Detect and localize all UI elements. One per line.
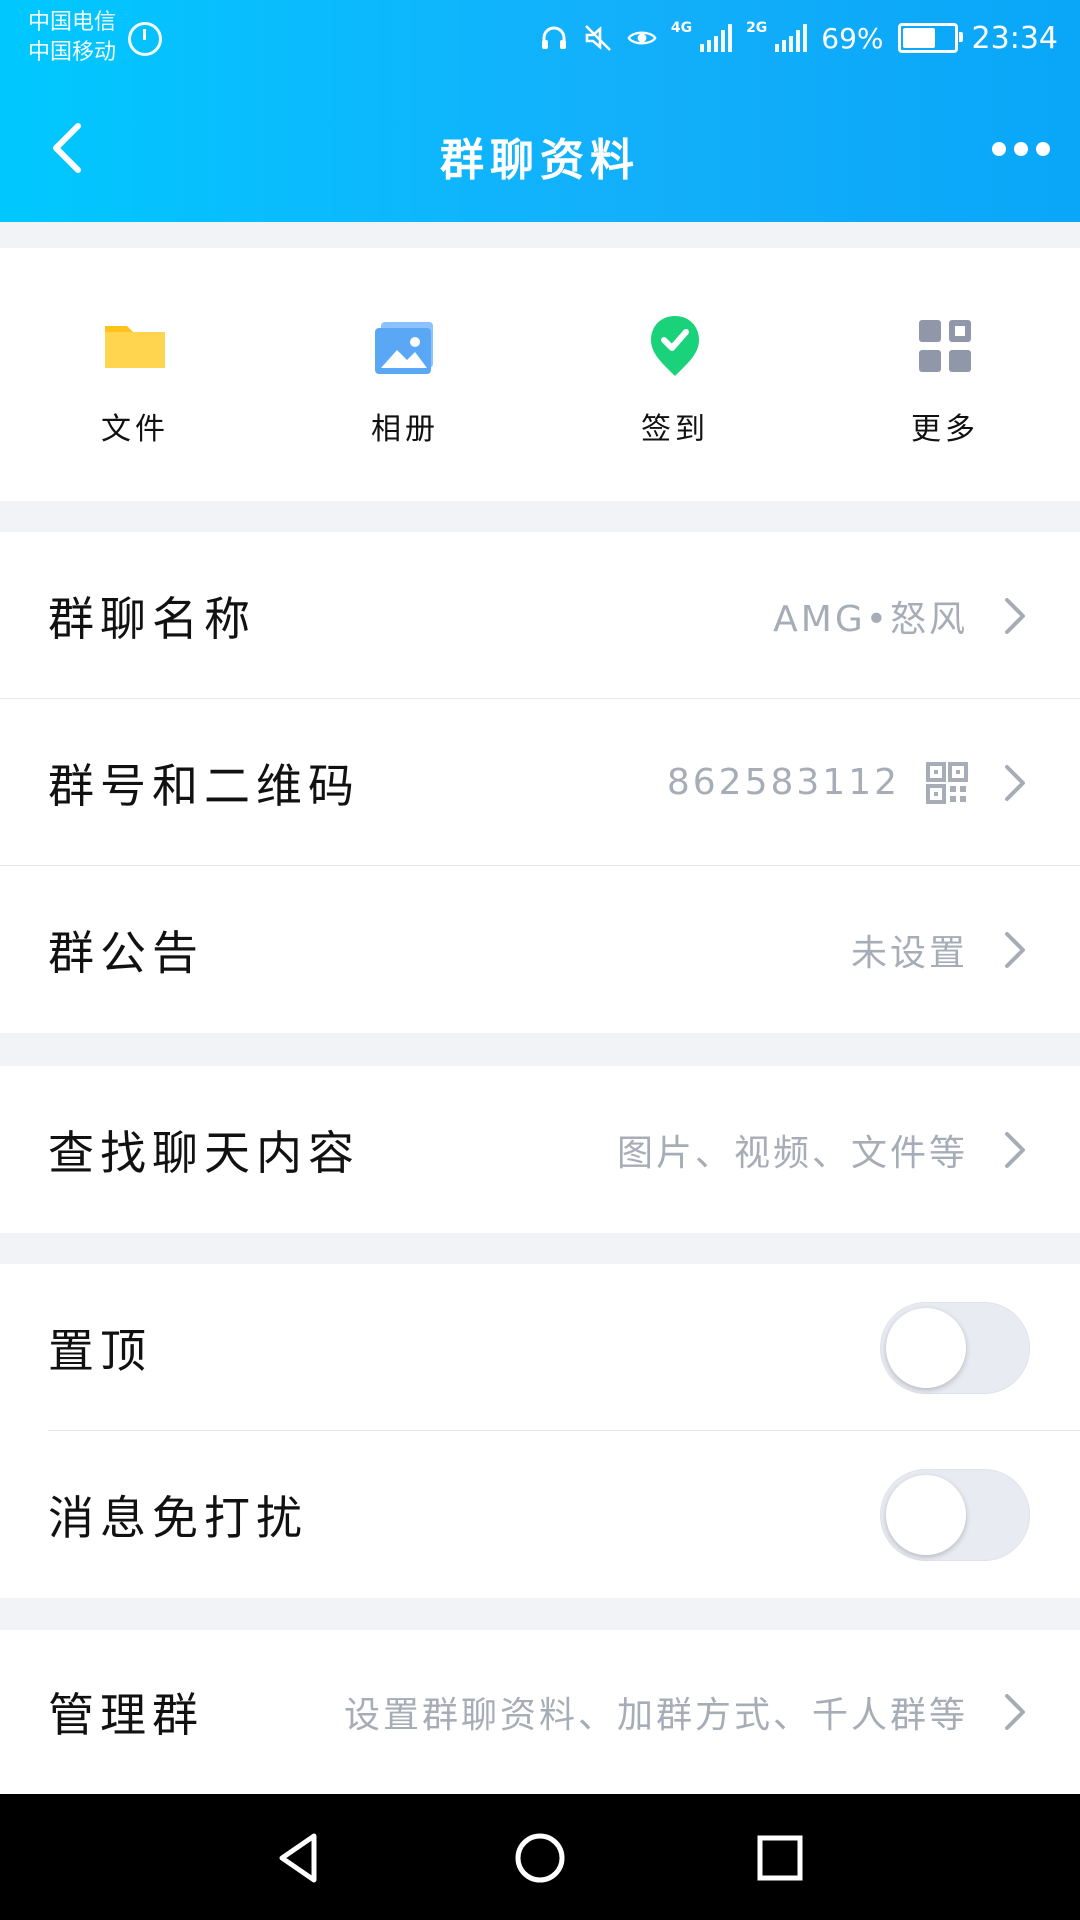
group-number-label: 群号和二维码: [48, 758, 360, 813]
carrier-info: 中国电信 中国移动: [28, 8, 116, 68]
row-group-number[interactable]: 群号和二维码 862583112: [0, 699, 1080, 866]
navigation-bar: [0, 1794, 1080, 1920]
clock: 23:34: [971, 20, 1058, 56]
checkin-icon: [651, 316, 699, 376]
chevron-right-icon: [1005, 764, 1025, 801]
quick-action-label: 签到: [641, 412, 709, 447]
quick-action-label: 相册: [371, 412, 439, 447]
quick-action-files[interactable]: 文件: [0, 248, 270, 501]
quick-actions: 文件 相册 签到 更多: [0, 248, 1080, 501]
dot: [992, 142, 1006, 156]
battery-percentage: 69%: [821, 21, 884, 55]
do-not-disturb-label: 消息免打扰: [48, 1490, 308, 1545]
battery-icon: [897, 23, 963, 53]
nav-recents-icon[interactable]: [748, 1826, 812, 1890]
announcement-label: 群公告: [48, 925, 204, 980]
row-group-name[interactable]: 群聊名称 AMG•怒风: [0, 532, 1080, 699]
row-manage-group[interactable]: 管理群 设置群聊资料、加群方式、千人群等: [0, 1630, 1080, 1794]
chevron-right-icon: [1005, 597, 1025, 634]
headphones-icon: [539, 23, 569, 53]
quick-action-label: 文件: [101, 412, 169, 447]
row-search-chat[interactable]: 查找聊天内容 图片、视频、文件等: [0, 1066, 1080, 1233]
row-announcement[interactable]: 群公告 未设置: [0, 866, 1080, 1033]
quick-action-album[interactable]: 相册: [270, 248, 540, 501]
quick-action-checkin[interactable]: 签到: [540, 248, 810, 501]
dot: [1036, 142, 1050, 156]
group-name-value: AMG•怒风: [773, 598, 968, 640]
announcement-value: 未设置: [850, 932, 968, 974]
nav-home-icon[interactable]: [508, 1826, 572, 1890]
chevron-right-icon: [1005, 1131, 1025, 1168]
do-not-disturb-toggle[interactable]: [880, 1468, 1030, 1561]
carrier-2: 中国移动: [28, 40, 117, 65]
chevron-right-icon: [1005, 931, 1025, 968]
toggle-knob: [886, 1474, 966, 1555]
mute-icon: [583, 23, 613, 53]
folder-icon: [105, 326, 165, 368]
grid-icon: [919, 320, 971, 372]
pin-top-label: 置顶: [48, 1323, 152, 1378]
quick-action-more[interactable]: 更多: [810, 248, 1080, 501]
dot: [1014, 142, 1028, 156]
toggle-knob: [886, 1307, 966, 1388]
manage-group-label: 管理群: [48, 1688, 204, 1742]
search-chat-label: 查找聊天内容: [48, 1125, 360, 1180]
search-chat-value: 图片、视频、文件等: [616, 1132, 968, 1174]
status-bar: 中国电信 中国移动 4G 2G 69% 23:34: [0, 0, 1080, 78]
alarm-icon: [128, 22, 162, 56]
status-icons: 4G 2G 69% 23:34: [539, 18, 1058, 58]
nav-back-icon[interactable]: [268, 1826, 332, 1890]
page-title: 群聊资料: [440, 135, 640, 186]
row-do-not-disturb: 消息免打扰: [0, 1431, 1080, 1598]
album-icon: [375, 322, 433, 374]
pin-top-toggle[interactable]: [880, 1301, 1030, 1394]
group-name-label: 群聊名称: [48, 591, 256, 646]
manage-group-value: 设置群聊资料、加群方式、千人群等: [343, 1695, 968, 1736]
group-number-value: 862583112: [666, 762, 900, 803]
title-bar: 群聊资料: [0, 78, 1080, 222]
qr-code-icon: [926, 761, 968, 804]
header: 中国电信 中国移动 4G 2G 69% 23:34 群聊资料: [0, 0, 1080, 222]
quick-action-label: 更多: [911, 412, 979, 447]
network-4g: 4G: [670, 20, 693, 36]
more-options-button[interactable]: [980, 134, 1050, 164]
eye-icon: [627, 23, 657, 53]
carrier-1: 中国电信: [28, 10, 117, 35]
signal-2g-icon: [775, 24, 808, 52]
network-2g: 2G: [746, 20, 768, 36]
chevron-right-icon: [1005, 1694, 1025, 1730]
row-pin-top: 置顶: [0, 1264, 1080, 1431]
signal-4g-icon: [700, 24, 733, 52]
